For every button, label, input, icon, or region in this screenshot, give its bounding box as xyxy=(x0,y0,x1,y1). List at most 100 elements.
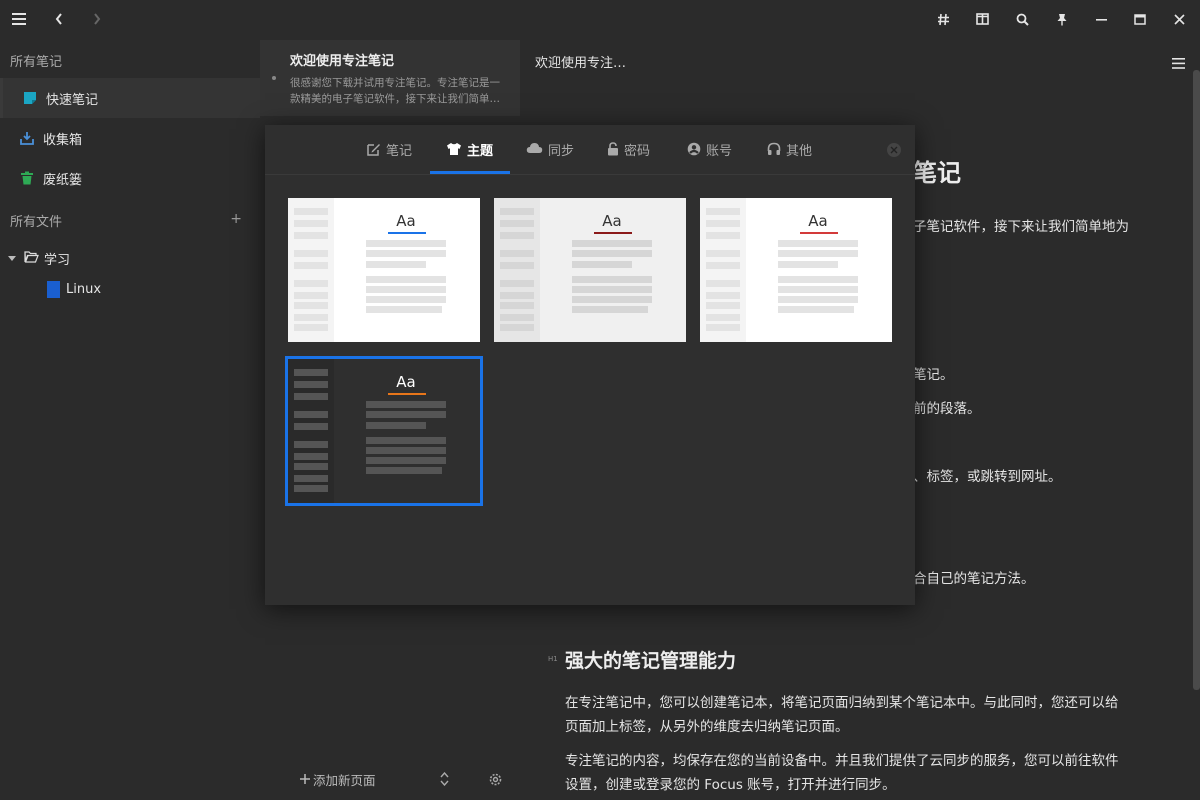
theme-preview-sidebar-line xyxy=(294,250,328,257)
headphones-icon xyxy=(767,142,781,156)
theme-preview-sidebar-line xyxy=(500,262,534,269)
editor-heading-1: 笔记 xyxy=(913,159,961,187)
tab-label: 其他 xyxy=(786,143,813,159)
theme-preview-content-line xyxy=(366,437,446,444)
theme-preview-sidebar-line xyxy=(500,232,534,239)
theme-preview-sidebar-line xyxy=(706,232,740,239)
notebook-icon xyxy=(47,281,60,298)
edit-icon xyxy=(367,142,381,156)
sort-icon[interactable] xyxy=(440,771,449,790)
theme-preview-sidebar-line xyxy=(294,441,328,448)
theme-preview-content-line xyxy=(366,276,446,283)
theme-preview-accent xyxy=(388,393,426,395)
caret-down-icon[interactable] xyxy=(8,251,16,266)
split-view-icon[interactable] xyxy=(971,8,993,30)
forward-icon[interactable] xyxy=(86,8,108,30)
theme-preview-sidebar-line xyxy=(500,314,534,321)
add-page-button[interactable]: 添加新页面 xyxy=(300,770,376,789)
shirt-icon xyxy=(446,142,462,156)
sidebar-item-trash[interactable]: 废纸篓 xyxy=(0,158,260,198)
theme-preview-sidebar-line xyxy=(294,292,328,299)
gear-icon[interactable] xyxy=(489,771,502,790)
search-icon[interactable] xyxy=(1011,8,1033,30)
close-modal-icon[interactable] xyxy=(887,143,901,157)
theme-preview-sidebar-line xyxy=(294,485,328,492)
theme-option-light-red[interactable]: Aa xyxy=(700,198,892,342)
theme-preview-content-line xyxy=(366,422,426,429)
all-notes-heading: 所有笔记 xyxy=(10,55,63,70)
theme-preview-content-line xyxy=(572,286,652,293)
editor-scrollbar[interactable] xyxy=(1193,70,1200,690)
tab-password[interactable]: 密码 xyxy=(607,125,650,173)
quick-note-icon xyxy=(23,91,37,105)
user-circle-icon xyxy=(687,142,701,156)
theme-preview-content-line xyxy=(366,250,446,257)
active-tab-indicator xyxy=(430,171,510,174)
theme-preview-accent xyxy=(388,232,426,234)
menu-icon[interactable] xyxy=(8,8,30,30)
editor-paragraph-line: 在专注笔记中，您可以创建笔记本，将笔记页面归纳到某个笔记本中。与此同时，您还可以… xyxy=(565,695,1119,711)
theme-preview-sidebar-line xyxy=(294,423,328,430)
add-folder-button[interactable]: + xyxy=(230,211,242,227)
theme-preview-sidebar-line xyxy=(706,292,740,299)
minimize-icon[interactable] xyxy=(1090,8,1112,30)
note-list-footer: 添加新页面 xyxy=(260,768,520,792)
tab-label: 主题 xyxy=(467,143,494,159)
add-page-label: 添加新页面 xyxy=(313,773,376,788)
theme-preview-sidebar-line xyxy=(706,302,740,309)
theme-preview-accent xyxy=(594,232,632,234)
sidebar-item-inbox[interactable]: 收集箱 xyxy=(0,118,260,158)
tab-account[interactable]: 账号 xyxy=(687,125,732,173)
theme-preview-content-line xyxy=(778,276,858,283)
theme-preview-sidebar-line xyxy=(294,302,328,309)
theme-preview-sidebar-line xyxy=(294,453,328,460)
theme-preview-text: Aa xyxy=(808,212,828,230)
theme-preview-content-line xyxy=(366,261,426,268)
tab-theme[interactable]: 主题 xyxy=(446,125,493,173)
hashtag-icon[interactable] xyxy=(932,8,954,30)
tab-sync[interactable]: 同步 xyxy=(526,125,574,173)
notebook-linux[interactable]: Linux xyxy=(47,281,101,298)
editor-paragraph-line: 设置，创建或登录您的 Focus 账号，打开并进行同步。 xyxy=(565,777,896,793)
editor-paragraph-line: 笔记。 xyxy=(913,367,954,383)
close-window-icon[interactable] xyxy=(1168,8,1190,30)
folder-label: 学习 xyxy=(44,253,71,268)
theme-preview-sidebar-line xyxy=(500,208,534,215)
theme-option-light-blue[interactable]: Aa xyxy=(288,198,480,342)
theme-preview-content-line xyxy=(572,306,648,313)
theme-preview-sidebar-line xyxy=(500,280,534,287)
theme-preview-sidebar-line xyxy=(706,324,740,331)
theme-preview-sidebar-line xyxy=(294,381,328,388)
tab-label: 账号 xyxy=(706,143,733,159)
note-snippet: 很感谢您下载并试用专注笔记。专注笔记是一款精美的电子笔记软件，接下来让我们简单… xyxy=(290,77,500,105)
theme-preview-content-line xyxy=(366,457,446,464)
tab-other[interactable]: 其他 xyxy=(767,125,812,173)
theme-preview-sidebar-line xyxy=(706,262,740,269)
theme-preview-sidebar-line xyxy=(500,250,534,257)
pin-icon[interactable] xyxy=(1051,8,1073,30)
back-icon[interactable] xyxy=(48,8,70,30)
theme-preview-content-line xyxy=(366,296,446,303)
note-title: 欢迎使用专注笔记 xyxy=(290,54,395,69)
folder-study[interactable]: 学习 xyxy=(8,249,70,268)
maximize-icon[interactable] xyxy=(1129,8,1151,30)
theme-preview-content-line xyxy=(572,250,652,257)
theme-preview-sidebar-line xyxy=(706,250,740,257)
theme-preview-content-line xyxy=(778,250,858,257)
sidebar-item-quick-notes[interactable]: 快速笔记 xyxy=(0,78,260,118)
theme-preview-content-line xyxy=(366,467,442,474)
theme-option-grey-maroon[interactable]: Aa xyxy=(494,198,686,342)
theme-preview-sidebar-line xyxy=(294,208,328,215)
h1-marker: H1 xyxy=(548,655,558,663)
theme-preview-content-line xyxy=(778,261,838,268)
editor-paragraph-line: 页面加上标签，从另外的维度去归纳笔记页面。 xyxy=(565,719,849,735)
theme-preview-sidebar-line xyxy=(706,208,740,215)
editor-menu-icon[interactable] xyxy=(1172,54,1185,73)
theme-preview-sidebar-line xyxy=(294,369,328,376)
tab-notes[interactable]: 笔记 xyxy=(367,125,412,173)
theme-preview-content-line xyxy=(572,296,652,303)
theme-preview-content-line xyxy=(366,447,446,454)
theme-option-dark-orange[interactable]: Aa xyxy=(285,356,483,506)
theme-preview-text: Aa xyxy=(396,212,416,230)
note-card[interactable]: 欢迎使用专注笔记 很感谢您下载并试用专注笔记。专注笔记是一款精美的电子笔记软件，… xyxy=(260,40,520,116)
